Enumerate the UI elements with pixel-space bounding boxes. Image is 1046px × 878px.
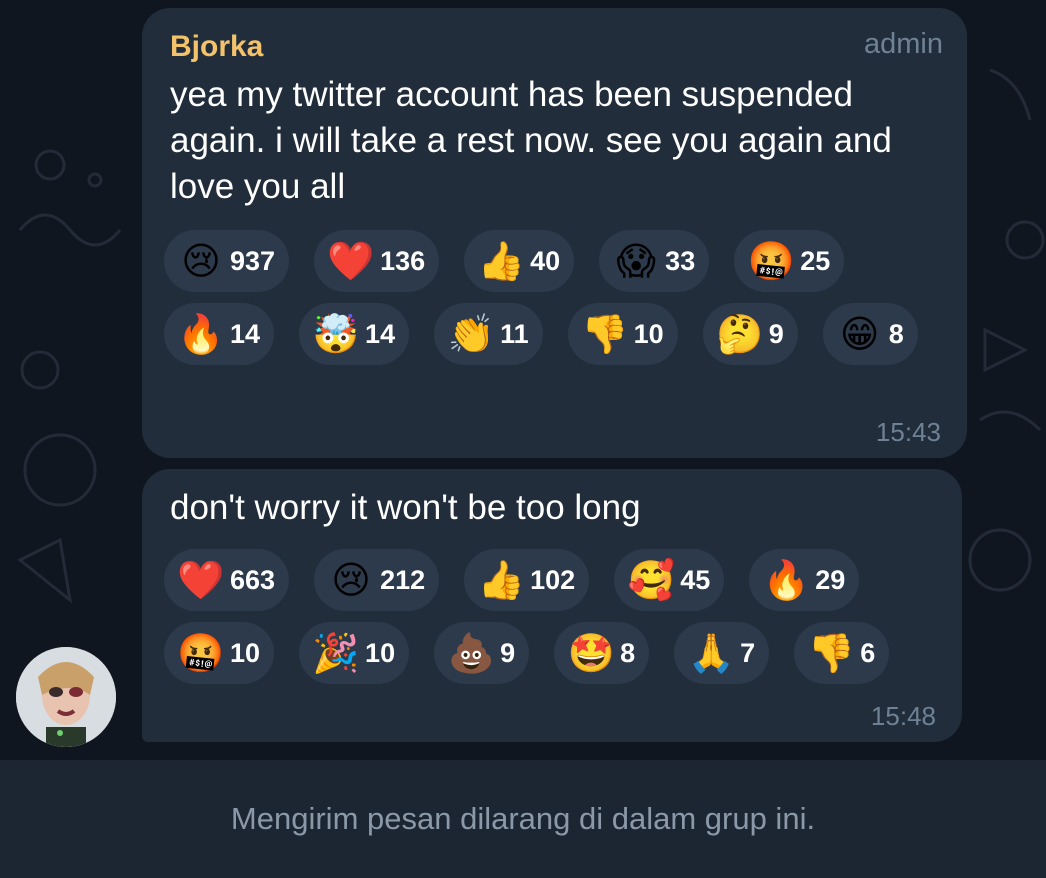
reaction-chip[interactable]: 🤯 14 <box>299 303 410 365</box>
fire-icon: 🔥 <box>762 558 810 602</box>
fire-icon: 🔥 <box>177 312 225 356</box>
sender-avatar[interactable] <box>16 647 116 747</box>
reaction-chip[interactable]: 🤩 8 <box>554 622 650 684</box>
reaction-chip[interactable]: 👍 40 <box>464 230 575 292</box>
star-struck-icon: 🤩 <box>567 631 615 675</box>
reaction-chip[interactable]: 🤔 9 <box>702 303 798 365</box>
reaction-chip[interactable]: 🔥 14 <box>164 303 275 365</box>
admin-badge: admin <box>864 28 943 60</box>
reaction-chip[interactable]: ❤️ 663 <box>164 549 290 611</box>
exploding-head-icon: 🤯 <box>312 312 360 356</box>
screaming-face-icon: 😱 <box>616 239 656 283</box>
reaction-count: 45 <box>680 564 711 595</box>
reaction-count: 40 <box>530 245 561 276</box>
message-timestamp: 15:43 <box>875 417 941 447</box>
reaction-count: 9 <box>768 318 784 349</box>
message-bubble-1[interactable]: Bjorka admin yea my twitter account has … <box>142 8 967 458</box>
reaction-chip[interactable]: 🥰 45 <box>614 549 725 611</box>
grinning-face-icon: 😁 <box>839 312 880 356</box>
pile-of-poo-icon: 💩 <box>447 631 495 675</box>
sender-name[interactable]: Bjorka <box>170 30 263 64</box>
cursing-face-icon: 🤬 <box>177 631 225 675</box>
reaction-count: 10 <box>230 637 261 668</box>
reaction-chip[interactable]: 👍 102 <box>464 549 590 611</box>
reaction-count: 937 <box>230 245 276 276</box>
reaction-count: 33 <box>665 245 696 276</box>
reaction-chip[interactable]: 😢 937 <box>164 230 290 292</box>
reaction-chip[interactable]: 👎 6 <box>794 622 890 684</box>
reaction-chip[interactable]: 💩 9 <box>434 622 530 684</box>
message-text: yea my twitter account has been suspende… <box>170 75 892 206</box>
message-text: don't worry it won't be too long <box>170 488 641 527</box>
reaction-count: 8 <box>888 318 904 349</box>
reaction-chip[interactable]: 🔥 29 <box>749 549 860 611</box>
reaction-count: 136 <box>380 245 426 276</box>
reaction-count: 7 <box>740 637 756 668</box>
thumbs-down-icon: 👎 <box>580 312 629 356</box>
reaction-chip[interactable]: 😁 8 <box>822 303 918 365</box>
reaction-count: 663 <box>230 564 276 595</box>
reaction-chip[interactable]: 👎 10 <box>567 303 678 365</box>
crying-face-icon: 😢 <box>331 558 371 602</box>
folded-hands-icon: 🙏 <box>687 631 735 675</box>
reaction-count: 10 <box>633 318 664 349</box>
red-heart-icon: ❤️ <box>177 558 225 602</box>
message-bubble-2[interactable]: don't worry it won't be too long ❤️ 663 😢 2… <box>142 469 962 742</box>
posting-restricted-notice: Mengirim pesan dilarang di dalam grup in… <box>230 801 816 836</box>
reaction-count: 6 <box>860 637 876 668</box>
thumbs-up-icon: 👍 <box>477 558 525 602</box>
reaction-chip[interactable]: 😢 212 <box>314 549 440 611</box>
reaction-chip[interactable]: 🤬 10 <box>164 622 275 684</box>
thumbs-up-icon: 👍 <box>477 239 525 283</box>
reaction-count: 10 <box>365 637 396 668</box>
reaction-count: 11 <box>500 318 529 349</box>
reaction-count: 14 <box>230 318 261 349</box>
crying-face-icon: 😢 <box>181 239 221 283</box>
avatar-portrait-icon <box>16 647 116 747</box>
smiling-face-with-hearts-icon: 🥰 <box>627 558 675 602</box>
reaction-chip[interactable]: 😱 33 <box>599 230 710 292</box>
reaction-count: 8 <box>620 637 636 668</box>
reaction-count: 29 <box>815 564 846 595</box>
reaction-chip[interactable]: 🎉 10 <box>299 622 410 684</box>
thinking-face-icon: 🤔 <box>716 312 764 356</box>
reaction-count: 25 <box>800 245 831 276</box>
reaction-chip[interactable]: ❤️ 136 <box>314 230 440 292</box>
reaction-count: 9 <box>500 637 516 668</box>
red-heart-icon: ❤️ <box>327 239 375 283</box>
read-only-footer: Mengirim pesan dilarang di dalam grup in… <box>0 760 1046 878</box>
reaction-chip[interactable]: 🙏 7 <box>674 622 770 684</box>
reactions-bar: 😢 937 ❤️ 136 👍 40 😱 33 🤬 25 🔥 14 🤯 14 👏 11 👎 10 🤔 9 😁 8 <box>164 230 944 365</box>
reaction-count: 212 <box>380 564 426 595</box>
reactions-bar: ❤️ 663 😢 212 👍 102 🥰 45 🔥 29 🤬 10 🎉 10 💩 9 🤩 8 🙏 7 👎 6 <box>164 549 954 684</box>
reaction-count: 14 <box>365 318 396 349</box>
message-timestamp: 15:48 <box>870 701 936 731</box>
cursing-face-icon: 🤬 <box>747 239 795 283</box>
party-popper-icon: 🎉 <box>312 631 360 675</box>
reaction-chip[interactable]: 👏 11 <box>434 303 543 365</box>
thumbs-down-icon: 👎 <box>807 631 855 675</box>
clapping-hands-icon: 👏 <box>447 312 495 356</box>
reaction-count: 102 <box>530 564 576 595</box>
reaction-chip[interactable]: 🤬 25 <box>734 230 845 292</box>
